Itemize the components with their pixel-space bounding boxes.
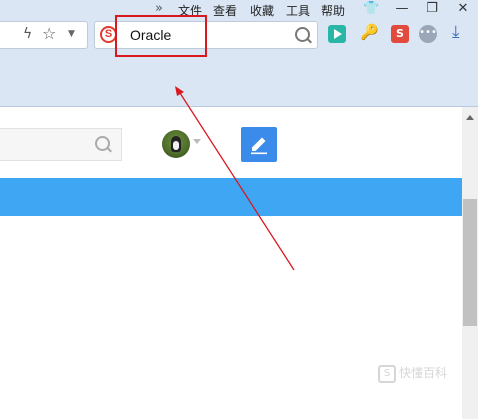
- watermark: S 快懂百科: [378, 364, 447, 383]
- annotation-arrow: [175, 86, 295, 271]
- watermark-logo-icon: S: [378, 364, 396, 383]
- watermark-text: 快懂百科: [399, 366, 448, 380]
